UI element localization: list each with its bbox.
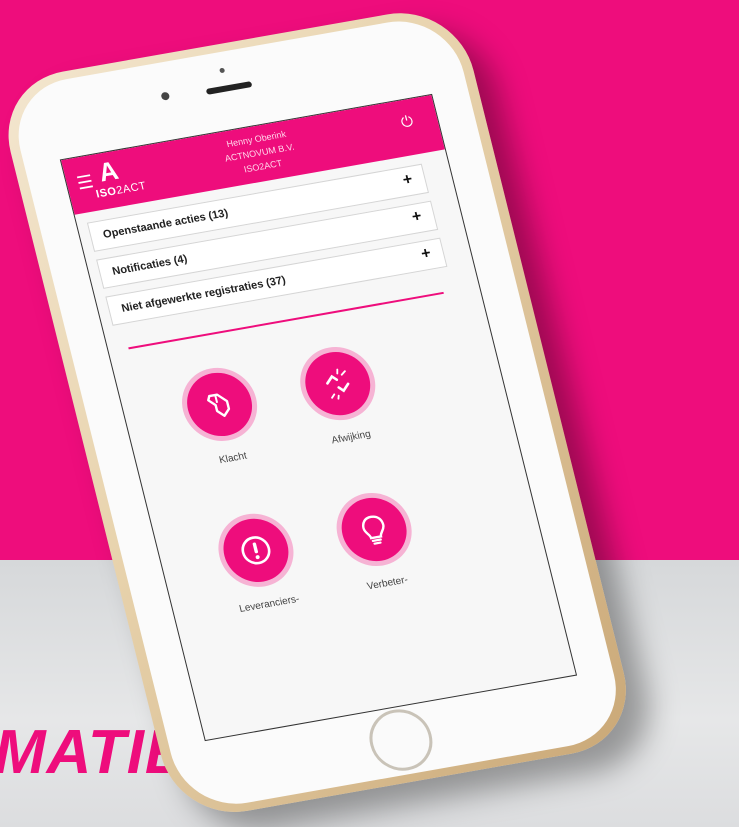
tile-circle[interactable]	[334, 492, 414, 567]
home-button[interactable]	[362, 704, 439, 776]
app-screen: ☰ A ISO2ACT Henny Oberink ACTNOVUM B.V. …	[59, 93, 578, 742]
section-label: Openstaande acties (13)	[101, 207, 230, 241]
proximity-sensor	[219, 67, 226, 74]
section-label: Notificaties (4)	[111, 253, 189, 278]
tile-afwijking[interactable]: Afwijking	[276, 343, 407, 453]
tile-label: Afwijking	[330, 428, 372, 447]
tile-verbeter[interactable]: Verbeter-	[312, 489, 443, 599]
earpiece-speaker	[205, 81, 253, 95]
plus-icon[interactable]: +	[419, 245, 433, 264]
pointing-hand-icon	[207, 393, 231, 417]
tile-label: Leveranciers-	[238, 593, 301, 615]
tile-label: Verbeter-	[365, 574, 410, 593]
tile-leveranciers[interactable]: Leveranciers-	[194, 510, 325, 620]
plus-icon[interactable]: +	[410, 208, 424, 227]
tile-circle[interactable]	[298, 346, 378, 421]
front-camera-icon	[160, 91, 171, 101]
tile-circle[interactable]	[180, 367, 259, 442]
hamburger-icon[interactable]: ☰	[75, 171, 96, 194]
tile-circle[interactable]	[216, 513, 296, 588]
broken-link-icon	[326, 368, 350, 400]
tile-klacht[interactable]: Klacht	[158, 364, 289, 474]
user-info: Henny Oberink ACTNOVUM B.V. ISO2ACT	[181, 119, 339, 186]
alert-icon	[241, 536, 271, 565]
logo-mark: A	[95, 154, 122, 188]
tile-label: Klacht	[218, 450, 249, 467]
lightbulb-icon	[362, 515, 385, 545]
plus-icon[interactable]: +	[401, 171, 415, 190]
power-icon[interactable]: ⏻	[399, 113, 415, 132]
